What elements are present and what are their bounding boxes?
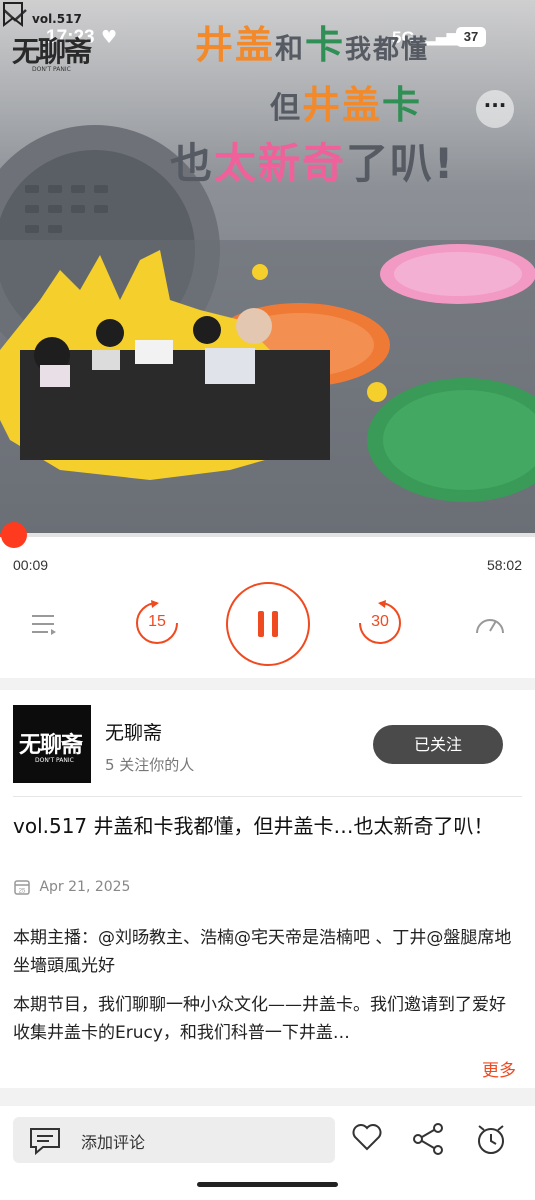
episode-title: vol.517 井盖和卡我都懂，但井盖卡…也太新奇了叭！ bbox=[13, 814, 494, 838]
episode-summary: 本期节目，我们聊聊一种小众文化——井盖卡。我们邀请到了爱好收集井盖卡的Erucy… bbox=[13, 995, 506, 1043]
signal-icon: ▂▄▆ bbox=[425, 30, 458, 46]
episode-date-row: 25 Apr 21, 2025 bbox=[13, 878, 130, 896]
progress-thumb[interactable] bbox=[1, 522, 27, 548]
podcast-name[interactable]: 无聊斋 bbox=[105, 718, 162, 745]
pause-icon bbox=[258, 611, 278, 637]
badge-name: 无聊斋 bbox=[12, 35, 92, 68]
like-heart-icon[interactable] bbox=[351, 1122, 383, 1152]
rewind-label: 15 bbox=[148, 613, 166, 630]
more-link[interactable]: 更多 bbox=[482, 1056, 516, 1081]
avatar-tagline: DON'T PANIC bbox=[35, 757, 74, 764]
headline-word: 我都懂 bbox=[345, 35, 430, 65]
more-options-button[interactable]: ··· bbox=[476, 90, 514, 128]
headline-word: 了叭! bbox=[346, 139, 456, 188]
share-icon[interactable] bbox=[412, 1122, 446, 1156]
badge-vol: vol.517 bbox=[32, 12, 82, 26]
heart-icon: ♥ bbox=[101, 27, 118, 48]
playlist-icon[interactable] bbox=[30, 611, 58, 637]
cover-illustration bbox=[0, 125, 535, 533]
episode-date: Apr 21, 2025 bbox=[39, 879, 131, 895]
episode-cover-art: 17:23 ♥ 5G ▂▄▆ 37 vol.517 无聊斋 DON'T PANI… bbox=[0, 0, 535, 533]
avatar-name: 无聊斋 bbox=[19, 733, 83, 758]
comment-input[interactable]: 添加评论 bbox=[13, 1117, 335, 1163]
followers-count: 5 关注你的人 bbox=[105, 756, 195, 774]
pause-button[interactable] bbox=[226, 582, 310, 666]
duration: 58:02 bbox=[486, 557, 522, 573]
bottom-bar: 添加评论 bbox=[0, 1106, 535, 1200]
divider bbox=[13, 796, 522, 797]
audio-player: 00:09 58:02 15 30 bbox=[0, 522, 535, 678]
comment-placeholder: 添加评论 bbox=[81, 1133, 146, 1152]
headline-word: 太新奇 bbox=[214, 139, 347, 188]
playback-speed-icon[interactable] bbox=[474, 609, 506, 637]
forward-30-button[interactable]: 30 bbox=[356, 599, 404, 647]
bookmark-icon[interactable] bbox=[0, 0, 26, 28]
episode-hosts: 本期主播：@刘旸教主、浩楠@宅天帝是浩楠吧 、丁井@盤腿席地坐墻頭風光好 bbox=[13, 928, 512, 976]
current-time: 00:09 bbox=[13, 557, 49, 573]
home-indicator[interactable] bbox=[197, 1182, 338, 1187]
calendar-day: 25 bbox=[19, 889, 26, 895]
headline-word: 卡 bbox=[305, 23, 346, 67]
headline-word: 和 bbox=[275, 32, 306, 65]
headline-word: 但 bbox=[270, 91, 302, 126]
headline-word: 卡 bbox=[382, 83, 423, 127]
follow-button[interactable]: 已关注 bbox=[373, 725, 503, 764]
sleep-timer-icon[interactable] bbox=[474, 1122, 508, 1156]
podcast-avatar[interactable]: 无聊斋 DON'T PANIC bbox=[13, 705, 91, 783]
forward-label: 30 bbox=[371, 613, 389, 630]
headline-line2: 但井盖卡 bbox=[270, 74, 422, 129]
headline-word: 井盖 bbox=[302, 83, 383, 127]
headline-line3: 也太新奇了叭! bbox=[170, 130, 455, 191]
rewind-15-button[interactable]: 15 bbox=[133, 599, 181, 647]
calendar-icon: 25 bbox=[14, 880, 30, 895]
episode-info-card: 无聊斋 DON'T PANIC 无聊斋 5 关注你的人 已关注 vol.517 … bbox=[0, 690, 535, 1088]
headline-word: 井盖 bbox=[195, 23, 276, 67]
progress-track[interactable] bbox=[0, 533, 535, 537]
comment-icon bbox=[30, 1128, 60, 1156]
headline-line1: 井盖和卡我都懂 bbox=[195, 14, 429, 69]
badge-tagline: DON'T PANIC bbox=[32, 66, 71, 73]
battery-icon: 37 bbox=[456, 27, 486, 47]
headline-word: 也 bbox=[170, 139, 215, 188]
